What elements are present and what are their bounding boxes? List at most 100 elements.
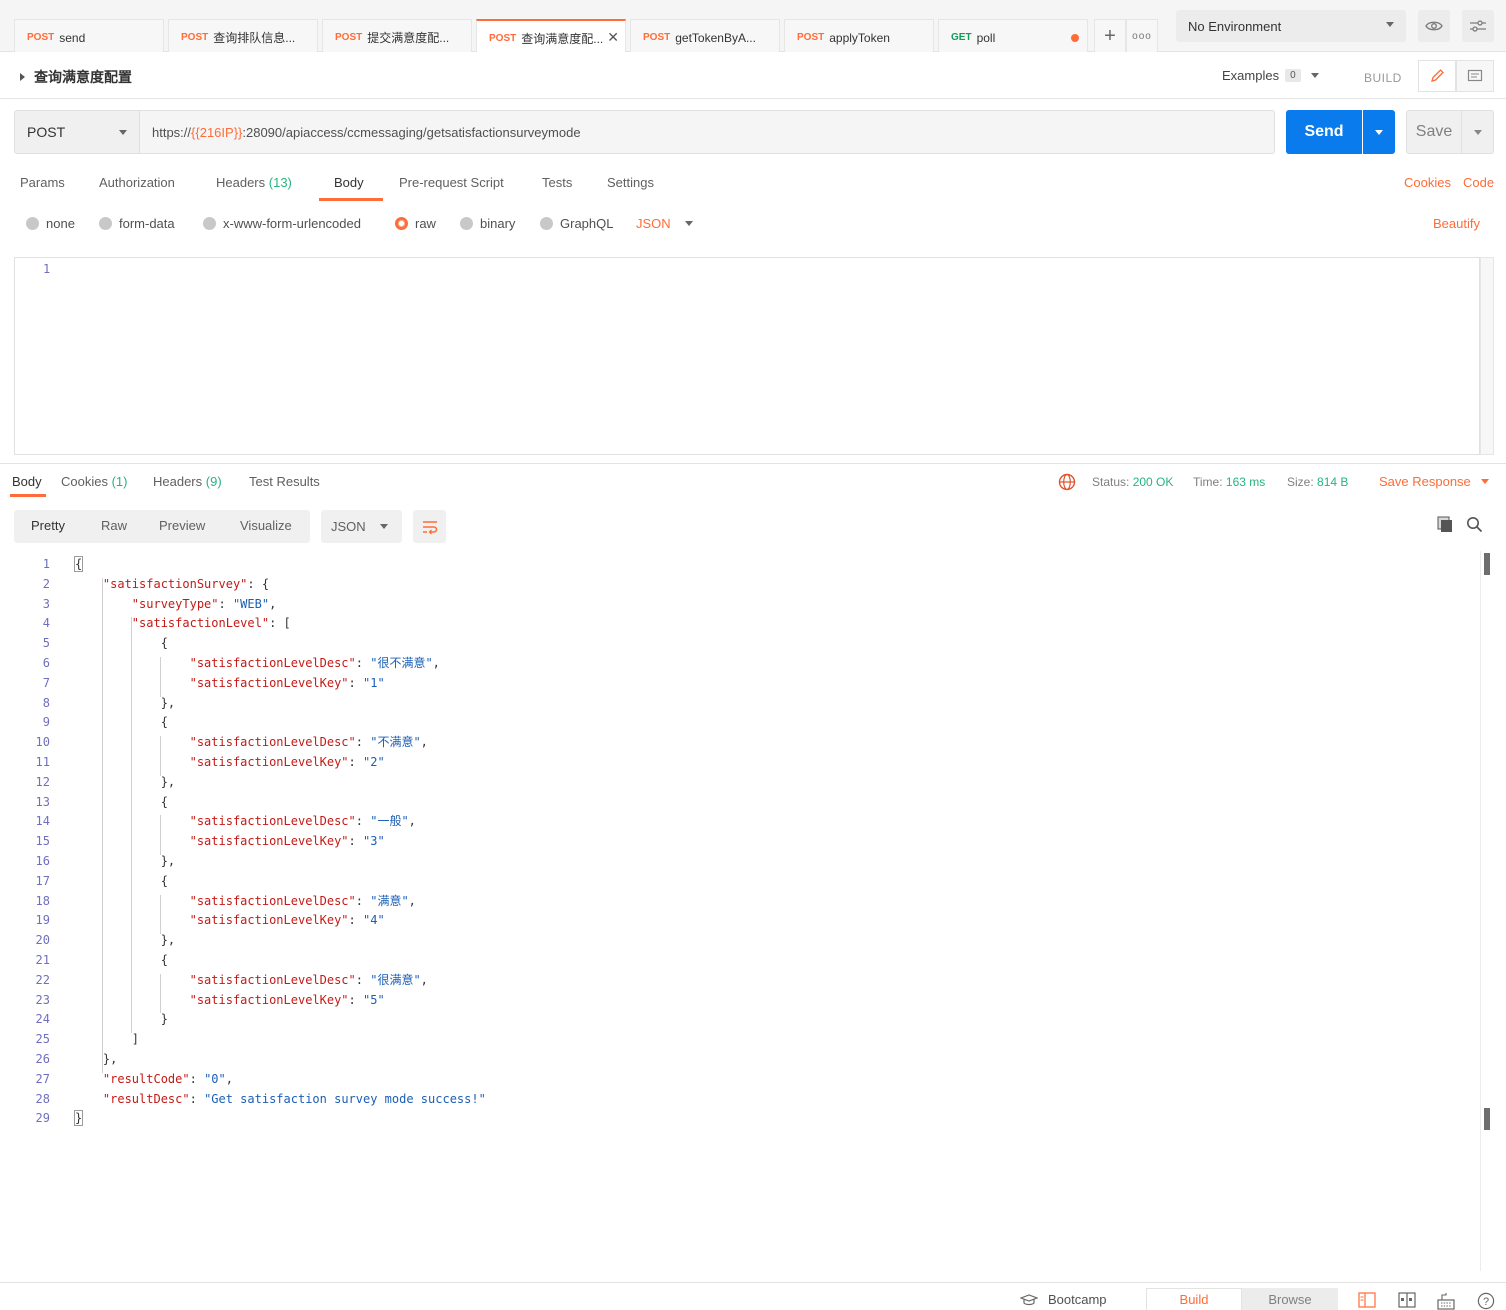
code-line: 29} bbox=[0, 1109, 1480, 1129]
pencil-icon bbox=[1431, 69, 1444, 82]
line-number: 1 bbox=[42, 557, 50, 571]
save-response-button[interactable]: Save Response bbox=[1379, 474, 1489, 489]
body-type-form-data[interactable]: form-data bbox=[99, 216, 175, 231]
request-tab-5[interactable]: POST applyToken bbox=[784, 19, 934, 52]
response-scroll-track[interactable] bbox=[1480, 551, 1494, 1271]
code-text: "satisfactionSurvey": { bbox=[102, 576, 270, 591]
format-preview-button[interactable]: Preview bbox=[159, 518, 205, 533]
code-link[interactable]: Code bbox=[1463, 175, 1494, 190]
response-tab-cookies-label: Cookies bbox=[61, 474, 108, 489]
body-language-select[interactable]: JSON bbox=[636, 216, 693, 231]
line-number: 18 bbox=[35, 893, 50, 908]
body-type-none[interactable]: none bbox=[26, 216, 75, 231]
chevron-down-icon bbox=[684, 221, 693, 226]
line-number: 22 bbox=[35, 972, 50, 987]
edit-button[interactable] bbox=[1418, 60, 1456, 92]
request-tab-3[interactable]: POST 查询满意度配... ✕ bbox=[476, 19, 626, 52]
body-type-graphql[interactable]: GraphQL bbox=[540, 216, 613, 231]
build-mode-tab[interactable]: Build bbox=[1146, 1288, 1242, 1310]
line-number: 21 bbox=[35, 952, 50, 967]
cookies-link[interactable]: Cookies bbox=[1404, 175, 1451, 190]
method-select[interactable]: POST bbox=[14, 110, 140, 154]
body-type-raw[interactable]: raw bbox=[395, 216, 436, 231]
layout-grid-icon[interactable] bbox=[1398, 1292, 1416, 1308]
documentation-button[interactable] bbox=[1456, 60, 1494, 92]
request-tab-0[interactable]: POST send bbox=[14, 19, 164, 52]
tab-body[interactable]: Body bbox=[334, 175, 364, 190]
tab-settings[interactable]: Settings bbox=[607, 175, 654, 190]
keyboard-shortcuts-icon[interactable] bbox=[1437, 1292, 1455, 1310]
editor-scrollbar[interactable] bbox=[1480, 257, 1494, 455]
code-line: 27 "resultCode": "0", bbox=[0, 1070, 1480, 1090]
body-type-urlencoded[interactable]: x-www-form-urlencoded bbox=[203, 216, 361, 231]
response-tab-cookies[interactable]: Cookies (1) bbox=[61, 474, 127, 489]
code-line: 6 "satisfactionLevelDesc": "很不满意", bbox=[0, 654, 1480, 674]
search-icon[interactable] bbox=[1466, 516, 1483, 533]
beautify-link[interactable]: Beautify bbox=[1433, 216, 1480, 231]
request-body-editor[interactable]: 1 bbox=[14, 257, 1480, 455]
tab-tests[interactable]: Tests bbox=[542, 175, 572, 190]
graduation-cap-icon bbox=[1020, 1293, 1038, 1305]
format-raw-button[interactable]: Raw bbox=[101, 518, 127, 533]
code-line: 7 "satisfactionLevelKey": "1" bbox=[0, 674, 1480, 694]
request-name[interactable]: 查询满意度配置 bbox=[20, 67, 132, 87]
request-tab-4[interactable]: POST getTokenByA... bbox=[630, 19, 780, 52]
environment-select[interactable]: No Environment bbox=[1176, 10, 1406, 42]
code-line: 8 }, bbox=[0, 694, 1480, 714]
tab-method: POST bbox=[335, 32, 363, 43]
browse-mode-tab[interactable]: Browse bbox=[1242, 1288, 1338, 1310]
line-number: 2 bbox=[42, 576, 50, 591]
format-pretty-button[interactable]: Pretty bbox=[31, 518, 65, 533]
response-tab-headers-label: Headers bbox=[153, 474, 203, 489]
response-language-select[interactable]: JSON bbox=[321, 510, 402, 543]
response-time[interactable]: Time: 163 ms bbox=[1193, 475, 1265, 489]
code-text: "satisfactionLevelDesc": "很满意", bbox=[189, 972, 428, 987]
request-tab-1[interactable]: POST 查询排队信息... bbox=[168, 19, 318, 52]
environment-quick-look-button[interactable] bbox=[1418, 10, 1450, 42]
save-options-button[interactable] bbox=[1462, 110, 1494, 154]
response-tab-body[interactable]: Body bbox=[12, 474, 42, 489]
chevron-down-icon bbox=[1310, 73, 1319, 78]
response-status[interactable]: Status: 200 OK bbox=[1092, 475, 1173, 489]
response-tab-test-results[interactable]: Test Results bbox=[249, 474, 320, 489]
url-variable: {{216IP}} bbox=[191, 124, 243, 140]
line-number: 16 bbox=[35, 853, 50, 868]
send-options-button[interactable] bbox=[1363, 110, 1395, 154]
tab-headers[interactable]: Headers (13) bbox=[216, 175, 292, 190]
response-scrollbar-bottom[interactable] bbox=[1484, 1108, 1490, 1130]
wrap-lines-button[interactable] bbox=[413, 510, 446, 543]
radio-icon bbox=[540, 217, 553, 230]
request-name-text: 查询满意度配置 bbox=[34, 69, 132, 85]
examples-count: 0 bbox=[1285, 69, 1301, 82]
manage-environments-button[interactable] bbox=[1462, 10, 1494, 42]
format-visualize-button[interactable]: Visualize bbox=[240, 518, 292, 533]
send-button[interactable]: Send bbox=[1286, 110, 1362, 154]
new-tab-plus-icon[interactable]: + bbox=[1094, 19, 1126, 52]
code-text: { bbox=[74, 636, 168, 651]
examples-dropdown[interactable]: Examples 0 bbox=[1222, 68, 1319, 83]
globe-icon[interactable] bbox=[1058, 473, 1076, 491]
response-tab-headers[interactable]: Headers (9) bbox=[153, 474, 222, 489]
response-scrollbar-top[interactable] bbox=[1484, 553, 1490, 575]
tab-authorization[interactable]: Authorization bbox=[99, 175, 175, 190]
two-pane-view-icon[interactable] bbox=[1358, 1292, 1376, 1308]
close-icon[interactable]: ✕ bbox=[607, 29, 619, 46]
request-tab-6[interactable]: GET poll bbox=[938, 19, 1088, 52]
bootcamp-button[interactable]: Bootcamp bbox=[1020, 1292, 1107, 1307]
response-size[interactable]: Size: 814 B bbox=[1287, 475, 1348, 489]
unsaved-dot-icon bbox=[1071, 34, 1079, 42]
help-icon[interactable]: ? bbox=[1477, 1292, 1495, 1310]
request-tab-2[interactable]: POST 提交满意度配... bbox=[322, 19, 472, 52]
tab-prerequest-script[interactable]: Pre-request Script bbox=[399, 175, 504, 190]
more-tabs-icon[interactable]: ooo bbox=[1126, 19, 1158, 52]
body-type-binary[interactable]: binary bbox=[460, 216, 515, 231]
tab-method: POST bbox=[797, 32, 825, 43]
response-body-viewer[interactable]: 1{2 "satisfactionSurvey": {3 "surveyType… bbox=[0, 555, 1480, 1129]
tab-params[interactable]: Params bbox=[20, 175, 65, 190]
url-input[interactable]: https://{{216IP}}:28090/apiaccess/ccmess… bbox=[140, 110, 1275, 154]
save-button[interactable]: Save bbox=[1406, 110, 1462, 154]
line-number: 9 bbox=[42, 715, 50, 730]
code-line: 17 { bbox=[0, 872, 1480, 892]
status-value: 200 OK bbox=[1132, 475, 1174, 489]
copy-icon[interactable] bbox=[1437, 516, 1454, 533]
